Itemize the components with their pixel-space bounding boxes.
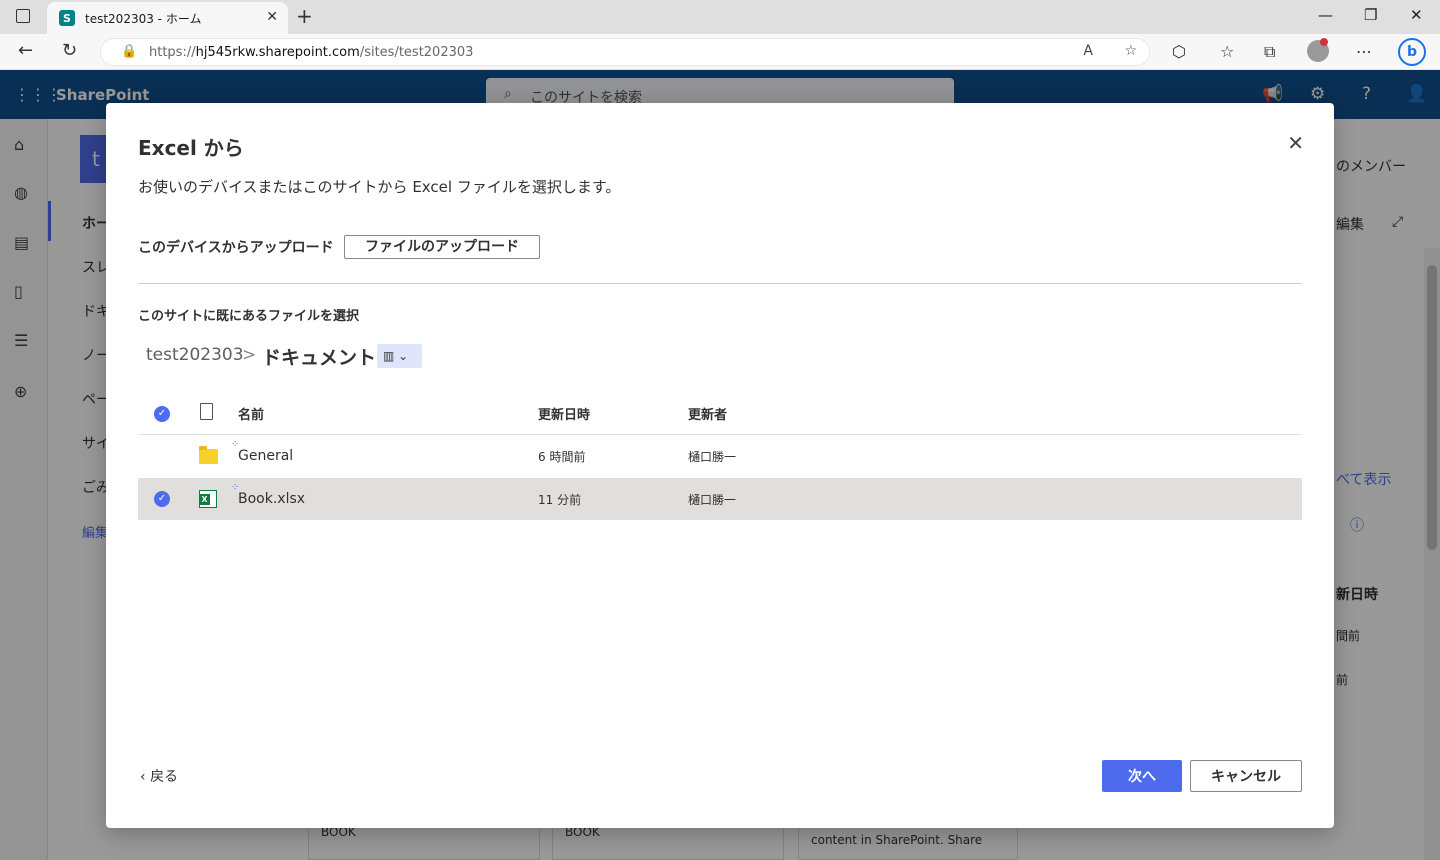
divider: [138, 283, 1302, 284]
breadcrumb-site[interactable]: test202303: [146, 345, 244, 365]
favorite-add-icon[interactable]: ☆: [1124, 43, 1137, 59]
url-path: /sites/test202303: [359, 45, 474, 60]
chevron-down-icon: ⌄: [398, 349, 409, 363]
column-header-modified-by[interactable]: 更新者: [688, 404, 727, 423]
sharepoint-favicon-icon: S: [59, 10, 75, 26]
more-menu-icon[interactable]: ⋯: [1356, 42, 1372, 61]
row-checkbox[interactable]: ✓: [154, 491, 170, 507]
collections-icon[interactable]: ⧉: [1264, 42, 1275, 62]
extensions-icon[interactable]: ⬡: [1172, 42, 1186, 61]
restore-icon[interactable]: ❐: [1364, 6, 1377, 24]
file-type-header-icon[interactable]: [200, 403, 213, 420]
dialog-description: お使いのデバイスまたはこのサイトから Excel ファイルを選択します。: [138, 178, 621, 196]
minimize-icon[interactable]: —: [1318, 6, 1333, 24]
back-arrow-icon[interactable]: ←: [18, 40, 33, 61]
file-name[interactable]: Book.xlsx: [238, 491, 305, 507]
breadcrumb-chevron-icon: >: [242, 345, 257, 365]
excel-file-icon: X: [199, 490, 217, 508]
select-all-checkbox[interactable]: ✓: [154, 406, 170, 422]
profile-status-dot: [1320, 38, 1328, 46]
url-scheme: https://: [149, 45, 196, 60]
file-name[interactable]: General: [238, 448, 293, 464]
upload-from-device-label: このデバイスからアップロード: [138, 240, 334, 256]
table-row[interactable]: ⁘ General 6 時間前 樋口勝一: [138, 435, 1302, 477]
close-window-icon[interactable]: ✕: [1410, 6, 1423, 24]
file-modified-by: 樋口勝一: [688, 450, 737, 464]
lock-icon: 🔒: [121, 44, 138, 59]
select-existing-label: このサイトに既にあるファイルを選択: [138, 309, 360, 324]
url-text: https://hj545rkw.sharepoint.com/sites/te…: [149, 45, 473, 60]
back-label: 戻る: [150, 769, 179, 785]
next-button[interactable]: 次へ: [1102, 760, 1182, 792]
chevron-left-icon: ‹: [140, 769, 146, 785]
bing-icon[interactable]: b: [1398, 38, 1426, 66]
column-header-modified[interactable]: 更新日時: [538, 404, 590, 423]
excel-picker-dialog: Excel から ✕ お使いのデバイスまたはこのサイトから Excel ファイル…: [106, 103, 1334, 828]
upload-file-button[interactable]: ファイルのアップロード: [344, 235, 540, 259]
browser-tabstrip: S test202303 - ホーム ✕ + — ❐ ✕: [0, 0, 1440, 34]
new-tab-icon[interactable]: +: [296, 4, 313, 28]
library-switcher-button[interactable]: ▥ ⌄: [377, 344, 422, 368]
column-header-name[interactable]: 名前: [238, 404, 264, 423]
dialog-title: Excel から: [138, 136, 244, 160]
file-list-header: ✓ 名前 更新日時 更新者: [138, 393, 1302, 435]
browser-tab[interactable]: S test202303 - ホーム ✕: [47, 2, 288, 34]
file-modified: 11 分前: [538, 493, 582, 507]
library-icon: ▥: [383, 349, 395, 363]
read-aloud-icon[interactable]: A: [1083, 43, 1093, 59]
table-row-selected[interactable]: ✓ X ⁘ Book.xlsx 11 分前 樋口勝一: [138, 478, 1302, 520]
url-host: hj545rkw.sharepoint.com: [195, 45, 360, 60]
url-input[interactable]: 🔒 https://hj545rkw.sharepoint.com/sites/…: [100, 38, 1150, 66]
favorites-icon[interactable]: ☆: [1220, 42, 1234, 61]
file-modified: 6 時間前: [538, 450, 586, 464]
back-button[interactable]: ‹ 戻る: [140, 766, 178, 786]
close-icon[interactable]: ✕: [1287, 131, 1304, 155]
address-bar-row: ← ↻ 🔒 https://hj545rkw.sharepoint.com/si…: [0, 34, 1440, 70]
tab-title: test202303 - ホーム: [85, 12, 202, 26]
breadcrumb-library: ドキュメント: [262, 347, 377, 369]
tab-actions-icon[interactable]: [16, 9, 30, 23]
refresh-icon[interactable]: ↻: [62, 40, 77, 61]
folder-icon: [199, 446, 218, 464]
file-modified-by: 樋口勝一: [688, 493, 737, 507]
tab-close-icon[interactable]: ✕: [266, 9, 278, 25]
cancel-button[interactable]: キャンセル: [1190, 760, 1302, 792]
